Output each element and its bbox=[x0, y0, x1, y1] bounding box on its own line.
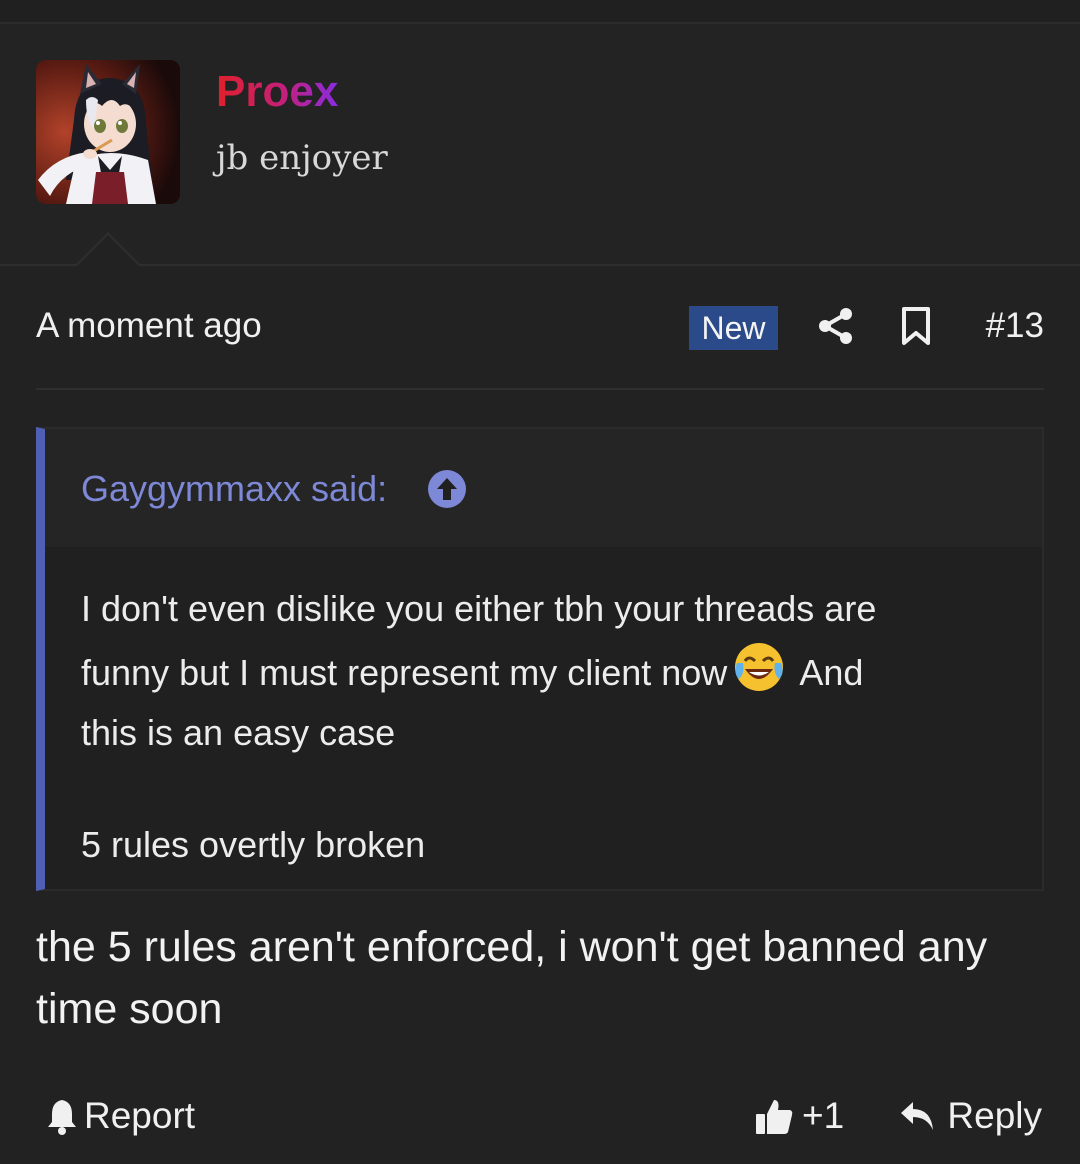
like-button[interactable]: +1 bbox=[754, 1092, 844, 1140]
like-count: +1 bbox=[802, 1095, 845, 1136]
user-avatar[interactable] bbox=[36, 60, 180, 204]
quote-line-text: funny but I must represent my client now bbox=[81, 652, 728, 693]
anime-catgirl-avatar-icon bbox=[36, 60, 180, 204]
share-icon[interactable] bbox=[816, 306, 856, 346]
message-line: time soon bbox=[36, 985, 223, 1033]
quote-line: funny but I must represent my client now… bbox=[81, 639, 981, 703]
post-meta: A moment ago New #13 bbox=[36, 296, 1044, 358]
top-edge bbox=[0, 0, 1080, 24]
quote-line: this is an easy case bbox=[81, 712, 396, 753]
divider bbox=[36, 388, 1044, 390]
arrow-up-circle-icon[interactable] bbox=[427, 469, 467, 509]
quote-author[interactable]: Gaygymmaxx said: bbox=[81, 467, 387, 511]
quote-line: 5 rules overtly broken bbox=[81, 824, 426, 865]
reply-button[interactable]: Reply bbox=[899, 1092, 1042, 1140]
quote-block: Gaygymmaxx said: I don't even dislike yo… bbox=[36, 427, 1044, 891]
message-body: the 5 rules aren't enforced, i won't get… bbox=[36, 916, 1044, 1040]
quote-gap bbox=[81, 763, 981, 815]
quote-line: I don't even dislike you either tbh your… bbox=[81, 588, 877, 629]
user-title: jb enjoyer bbox=[216, 138, 388, 178]
quote-line-text: And bbox=[799, 652, 864, 693]
tears-of-joy-emoji-icon bbox=[731, 639, 787, 695]
thumbs-up-icon bbox=[756, 1100, 793, 1134]
post-number[interactable]: #13 bbox=[986, 304, 1044, 348]
report-button[interactable]: Report bbox=[46, 1092, 195, 1140]
reply-arrow-icon bbox=[901, 1102, 934, 1130]
bell-icon bbox=[48, 1100, 76, 1135]
user-header: Proex jb enjoyer bbox=[0, 24, 1080, 266]
message-line: the 5 rules aren't enforced, i won't get… bbox=[36, 923, 988, 971]
post-timestamp[interactable]: A moment ago bbox=[36, 304, 262, 348]
bookmark-icon[interactable] bbox=[900, 306, 932, 346]
reply-label: Reply bbox=[947, 1095, 1042, 1136]
post-actions: Report +1 Reply bbox=[36, 1086, 1044, 1146]
header-notch-fill bbox=[76, 235, 140, 267]
quote-body: I don't even dislike you either tbh your… bbox=[81, 579, 981, 875]
username[interactable]: Proex bbox=[216, 66, 338, 118]
report-label: Report bbox=[84, 1095, 196, 1136]
new-badge: New bbox=[689, 306, 778, 350]
